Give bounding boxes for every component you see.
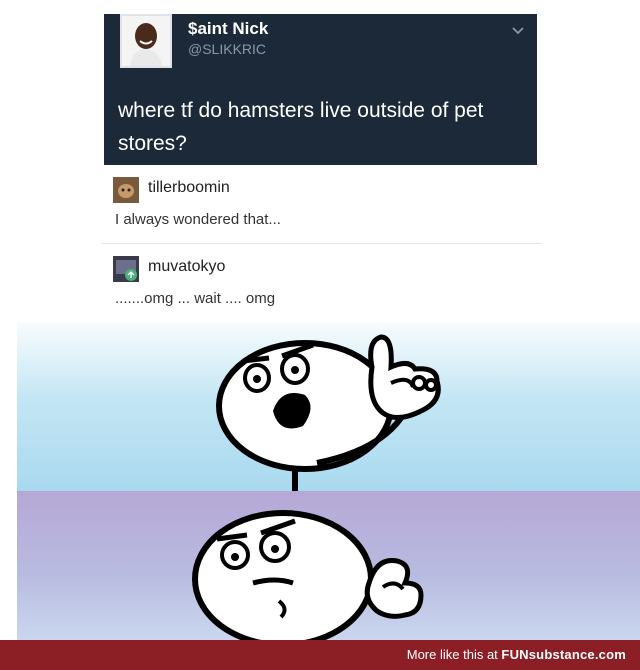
footer-link[interactable]: More like this at FUNsubstance.com xyxy=(407,647,626,662)
footer-prefix: More like this at xyxy=(406,647,498,662)
reply-username[interactable]: tillerboomin xyxy=(148,179,230,197)
reply-username[interactable]: muvatokyo xyxy=(148,258,225,276)
tweet-display-name[interactable]: $aint Nick xyxy=(188,19,268,39)
surprised-stickman-illustration xyxy=(216,334,441,491)
comic-panel-bottom xyxy=(17,491,640,640)
reply-divider xyxy=(102,243,542,244)
reply-avatar[interactable] xyxy=(113,177,139,203)
chevron-down-icon[interactable] xyxy=(511,24,525,38)
site-footer-bar: More like this at FUNsubstance.com xyxy=(0,640,640,670)
tweet-text: where tf do hamsters live outside of pet… xyxy=(118,99,484,155)
comic-panel-top xyxy=(17,323,640,491)
reply-text: I always wondered that... xyxy=(115,211,281,228)
tweet-handle[interactable]: @SLIKKRIC xyxy=(188,41,266,57)
footer-brand-rest: substance.com xyxy=(528,647,626,662)
thinking-stickman-illustration xyxy=(192,510,424,640)
footer-brand-bold: FUN xyxy=(501,647,529,662)
reply-text: .......omg ... wait .... omg xyxy=(115,290,276,307)
tweet-avatar[interactable] xyxy=(120,14,172,68)
reply-avatar[interactable] xyxy=(113,256,139,282)
tweet-card: $aint Nick @SLIKKRIC where tf do hamster… xyxy=(104,14,537,165)
